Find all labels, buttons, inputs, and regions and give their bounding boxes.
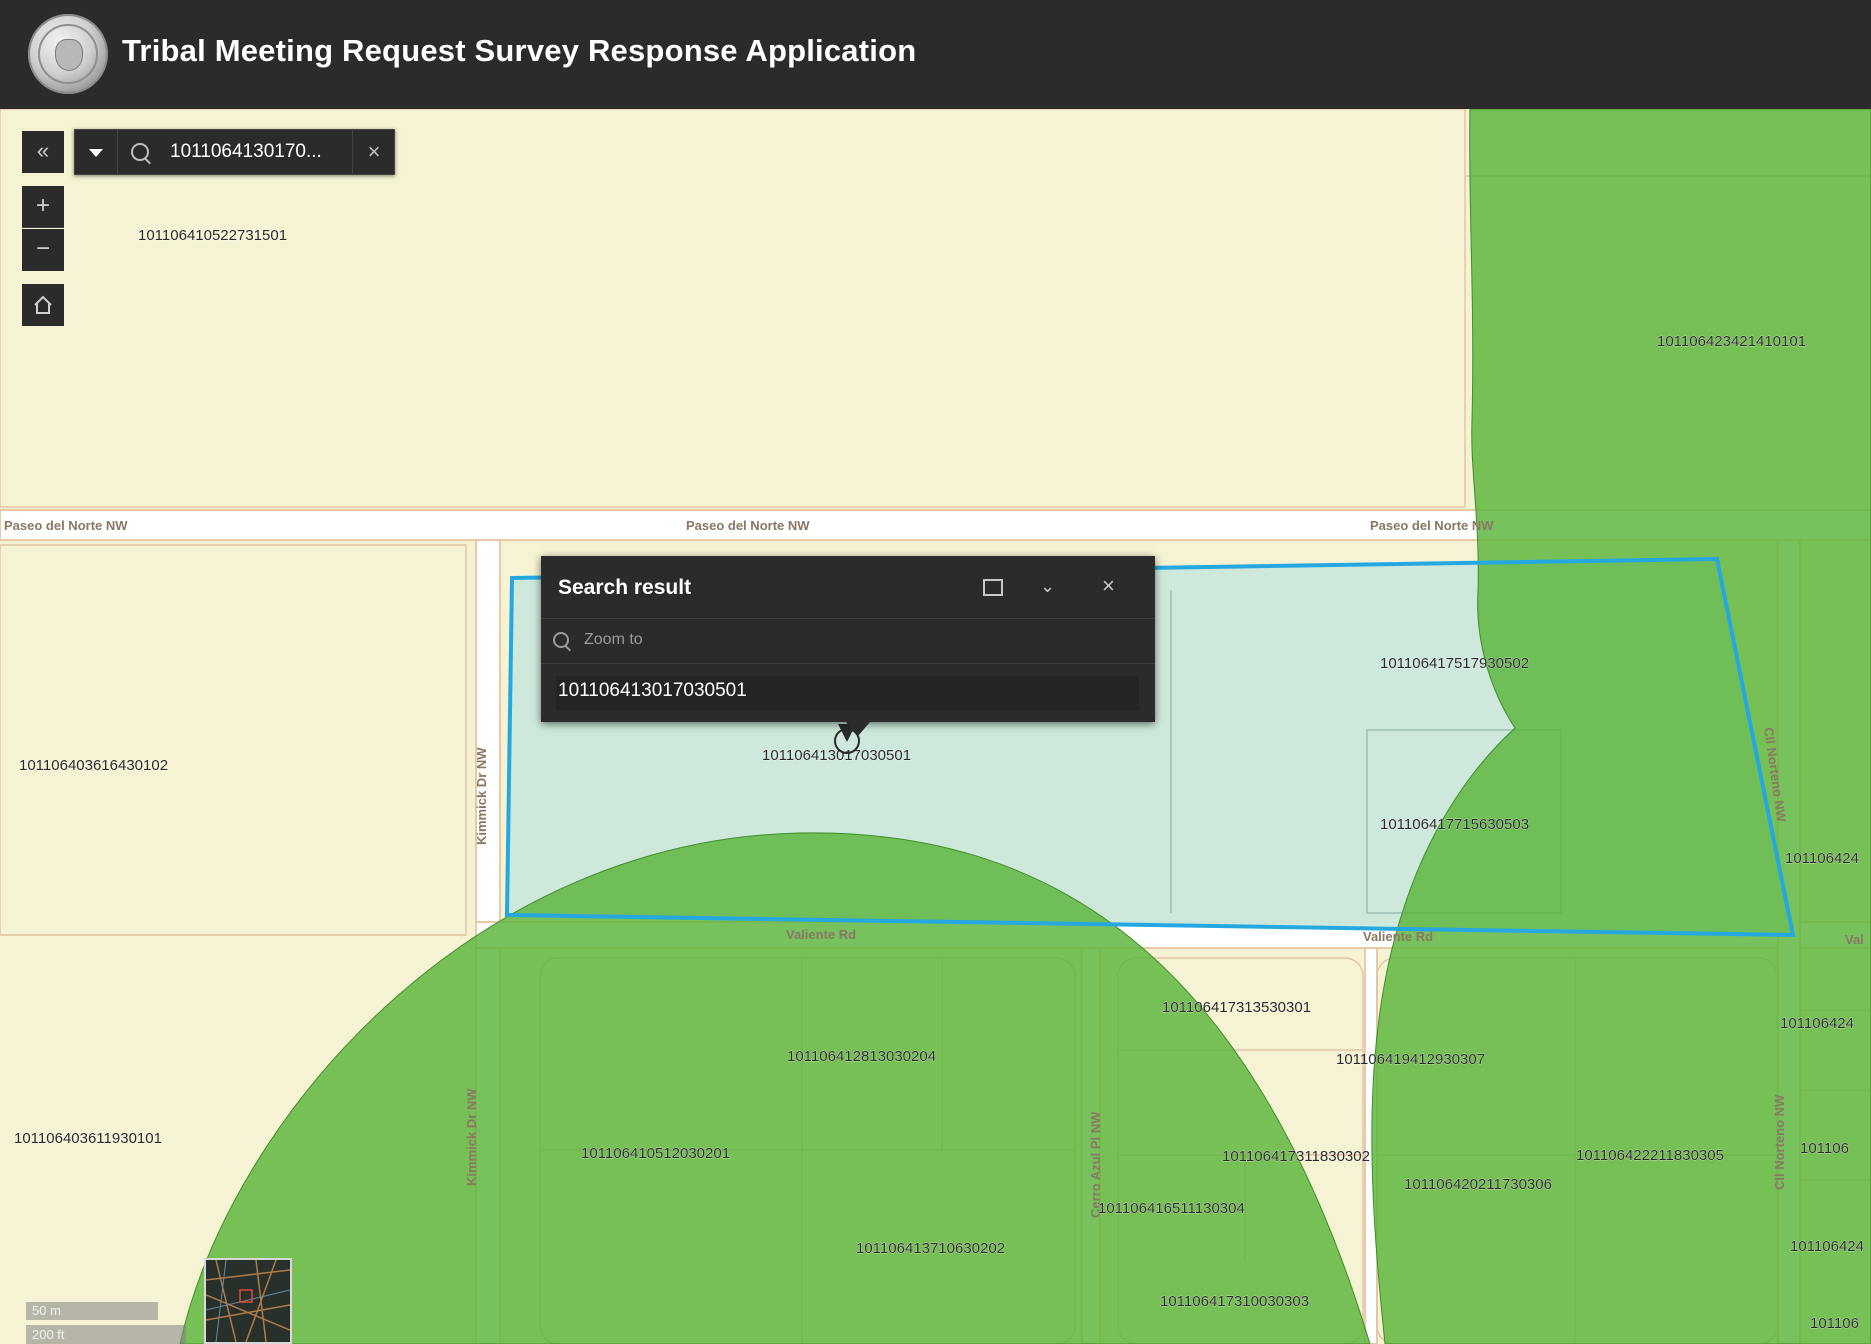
popup-title: Search result <box>558 576 692 599</box>
chevron-down-icon[interactable]: ⌄ <box>1040 576 1055 597</box>
street-label: Valiente Rd <box>786 927 856 942</box>
street-label: Valiente Rd <box>1363 929 1433 944</box>
search-result-popup: Search result ⌄ × Zoom to 10110641301703… <box>541 556 1155 736</box>
dock-icon[interactable] <box>983 579 1003 596</box>
parcel-label: 101106413017030501 <box>762 747 911 764</box>
scale-bar-metric: 50 m <box>26 1302 158 1320</box>
zoom-in-icon <box>553 632 569 648</box>
parcel-label: 101106417313530301 <box>1162 999 1311 1016</box>
parcel-label: 101106410522731501 <box>138 227 287 244</box>
zoom-out-button[interactable]: − <box>22 229 64 271</box>
parcel-label: 101106412813030204 <box>787 1048 936 1065</box>
parcel-label: 101106424 <box>1780 1015 1854 1032</box>
street-label: Paseo del Norte NW <box>4 518 128 533</box>
zoom-to-label: Zoom to <box>584 631 643 648</box>
clear-search-button[interactable]: × <box>352 130 395 174</box>
app-header: Tribal Meeting Request Survey Response A… <box>0 0 1871 110</box>
parcel-label: 101106403616430102 <box>19 757 168 774</box>
close-popup-button[interactable]: × <box>1102 573 1115 599</box>
search-icon <box>131 143 149 161</box>
parcel-label: 101106417311830302 <box>1222 1148 1370 1165</box>
parcel-label: 101106424 <box>1790 1238 1864 1255</box>
zoom-to-action[interactable]: Zoom to <box>541 619 1155 664</box>
parcel-label: 101106 <box>1810 1315 1859 1332</box>
map-view[interactable]: Paseo del Norte NW Paseo del Norte NW Pa… <box>0 109 1871 1344</box>
parcel-label: 101106410512030201 <box>581 1145 730 1162</box>
parcel-label: 101106423421410101 <box>1657 333 1806 350</box>
street-label: Cll Norteno NW <box>1772 1094 1787 1190</box>
overview-map[interactable] <box>204 1258 292 1344</box>
search-source-dropdown[interactable] <box>75 130 118 174</box>
parcel-label: 101106420211730306 <box>1404 1176 1552 1193</box>
scale-bar-imperial: 200 ft <box>26 1325 186 1344</box>
search-widget[interactable]: 1011064130170... × <box>74 129 395 175</box>
double-chevron-left-icon: « <box>36 138 50 163</box>
parcel-label: 101106422211830305 <box>1576 1147 1724 1164</box>
parcel-label: 101106417517930502 <box>1380 655 1529 672</box>
home-icon <box>34 295 52 314</box>
parcel-label: 101106 <box>1800 1140 1849 1157</box>
city-seal-icon <box>28 14 108 94</box>
parcel-label: 101106424 <box>1785 850 1859 867</box>
street-label: Kimmick Dr NW <box>464 1088 479 1186</box>
street-label: Paseo del Norte NW <box>686 518 810 533</box>
search-input[interactable]: 1011064130170... <box>170 141 322 163</box>
street-label: Paseo del Norte NW <box>1370 518 1494 533</box>
parcel-label: 101106417310030303 <box>1160 1293 1309 1310</box>
parcel-label: 101106416511130304 <box>1098 1200 1245 1217</box>
zoom-in-button[interactable]: + <box>22 186 64 228</box>
search-result-item[interactable]: 101106413017030501 <box>556 676 1139 710</box>
street-label: Kimmick Dr NW <box>474 747 489 845</box>
street-label: Val <box>1845 932 1864 947</box>
popup-header: Search result ⌄ × <box>541 556 1155 619</box>
parcel-label: 101106419412930307 <box>1336 1051 1485 1068</box>
parcel-label: 101106403611930101 <box>14 1130 162 1147</box>
collapse-panel-button[interactable]: « <box>22 131 64 173</box>
app-title: Tribal Meeting Request Survey Response A… <box>122 33 917 68</box>
search-result-value: 101106413017030501 <box>558 680 747 701</box>
home-button[interactable] <box>22 284 64 326</box>
parcel-label: 101106417715630503 <box>1380 816 1529 833</box>
parcel-label: 101106413710630202 <box>856 1240 1005 1257</box>
caret-down-icon <box>89 149 103 157</box>
